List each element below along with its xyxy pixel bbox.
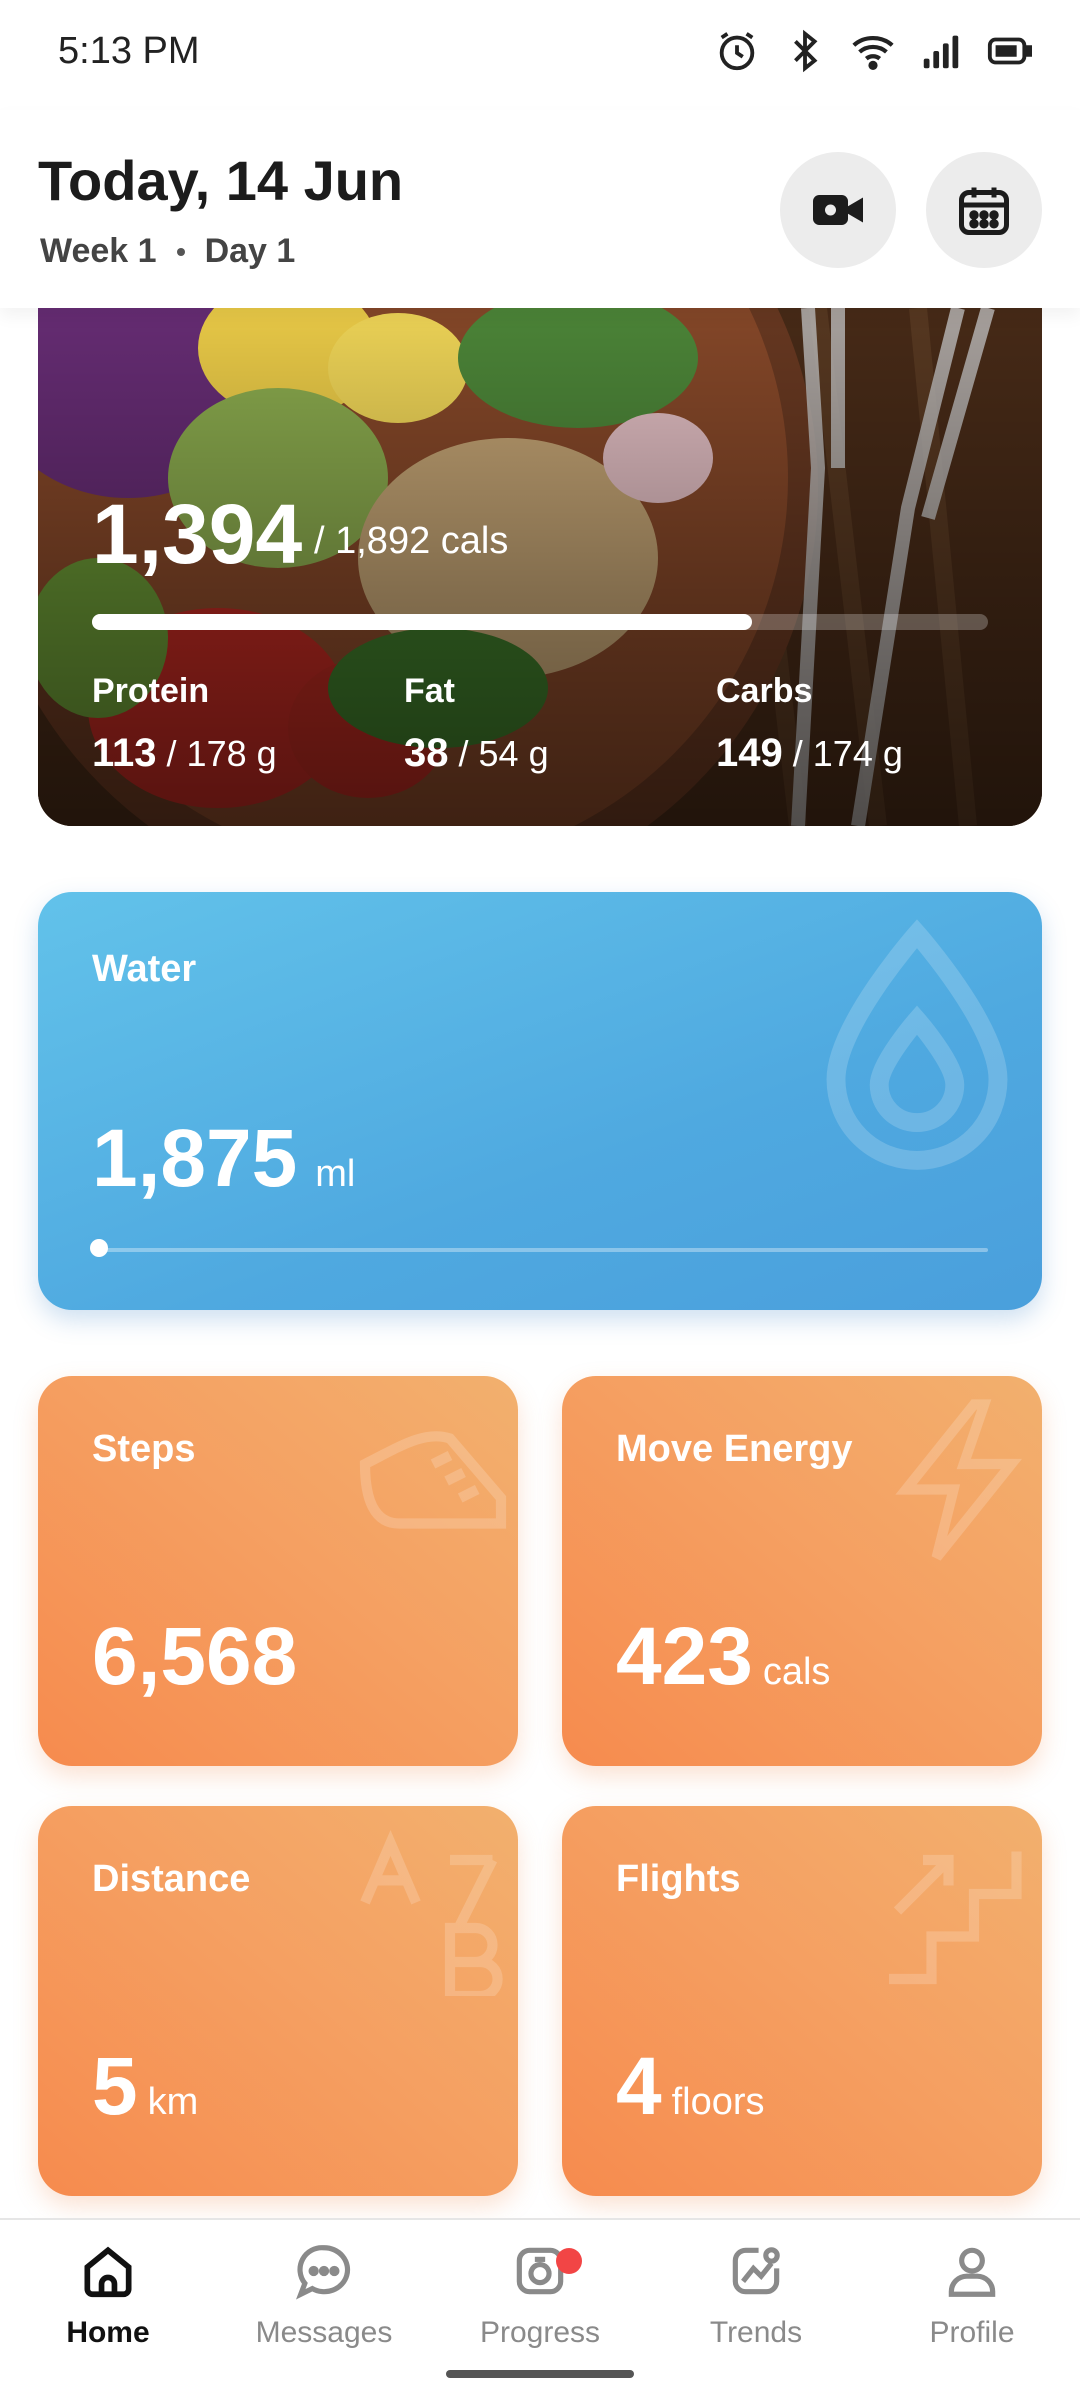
macro-value: 113 / 178 g bbox=[92, 731, 277, 776]
macro-fat: Fat 38 / 54 g bbox=[404, 672, 549, 776]
status-bar: 5:13 PM bbox=[0, 0, 1080, 110]
distance-card[interactable]: Distance 5 km bbox=[38, 1806, 518, 2196]
person-icon bbox=[948, 2247, 996, 2297]
video-camera-icon bbox=[813, 195, 863, 225]
macro-amount: 113 bbox=[92, 731, 157, 775]
macro-label: Protein bbox=[92, 672, 210, 710]
steps-label: Steps bbox=[92, 1428, 196, 1470]
a-to-b-icon bbox=[360, 1830, 503, 1996]
week-day-label: Week 1 Day 1 bbox=[40, 232, 295, 271]
calories-consumed: 1,394 bbox=[92, 487, 303, 581]
flights-label: Flights bbox=[616, 1858, 741, 1900]
calendar-button[interactable] bbox=[926, 152, 1042, 268]
nav-label: Progress bbox=[479, 2316, 601, 2349]
move-energy-label: Move Energy bbox=[616, 1428, 853, 1470]
water-label: Water bbox=[92, 948, 197, 990]
macro-carbs: Carbs 149 / 174 g bbox=[716, 672, 903, 776]
flights-amount: 4 bbox=[616, 2041, 662, 2132]
water-progress-knob bbox=[90, 1239, 108, 1257]
macro-goal: / 178 g bbox=[166, 733, 277, 774]
nav-item-progress[interactable]: Progress bbox=[432, 2240, 648, 2350]
battery-icon bbox=[987, 37, 1032, 65]
flights-value: 4 floors bbox=[616, 2040, 765, 2134]
shoe-icon bbox=[359, 1431, 507, 1529]
water-unit: ml bbox=[315, 1153, 356, 1195]
water-card[interactable]: Water 1,875 ml bbox=[38, 892, 1042, 1310]
macro-goal: / 54 g bbox=[458, 733, 549, 774]
move-energy-amount: 423 bbox=[616, 1611, 753, 1702]
video-call-button[interactable] bbox=[780, 152, 896, 268]
home-icon bbox=[84, 2246, 132, 2298]
nav-label: Trends bbox=[709, 2316, 803, 2349]
stairs-icon bbox=[889, 1851, 1022, 1985]
calories-progress-bar bbox=[92, 614, 988, 630]
water-progress-bar bbox=[92, 1248, 988, 1252]
alarm-icon bbox=[719, 32, 755, 71]
water-amount: 1,875 bbox=[92, 1113, 298, 1204]
lightning-icon bbox=[895, 1399, 1023, 1561]
home-indicator bbox=[446, 2370, 634, 2378]
move-energy-card[interactable]: Move Energy 423 cals bbox=[562, 1376, 1042, 1766]
nav-label: Home bbox=[66, 2316, 150, 2349]
signal-icon bbox=[923, 35, 959, 69]
water-drop-icon bbox=[826, 919, 1008, 1170]
week-label: Week 1 bbox=[40, 232, 157, 270]
distance-value: 5 km bbox=[92, 2040, 198, 2134]
macro-label: Carbs bbox=[716, 672, 813, 710]
macro-goal: / 174 g bbox=[792, 733, 903, 774]
distance-label: Distance bbox=[92, 1858, 251, 1900]
day-label: Day 1 bbox=[204, 232, 296, 270]
nav-label: Messages bbox=[255, 2316, 393, 2349]
distance-unit: km bbox=[147, 2081, 199, 2123]
move-energy-unit: cals bbox=[762, 1651, 831, 1693]
status-icons bbox=[714, 28, 1032, 74]
flights-card[interactable]: Flights 4 floors bbox=[562, 1806, 1042, 2196]
status-time: 5:13 PM bbox=[58, 30, 200, 72]
macro-value: 149 / 174 g bbox=[716, 731, 903, 776]
flights-unit: floors bbox=[671, 2081, 765, 2123]
steps-card[interactable]: Steps 6,568 bbox=[38, 1376, 518, 1766]
calories-goal: / 1,892 cals bbox=[314, 520, 509, 562]
wifi-icon bbox=[852, 35, 894, 70]
nav-item-messages[interactable]: Messages bbox=[216, 2240, 432, 2350]
nav-item-trends[interactable]: Trends bbox=[648, 2240, 864, 2350]
move-energy-value: 423 cals bbox=[616, 1610, 830, 1704]
macro-amount: 149 bbox=[716, 731, 783, 775]
notification-badge bbox=[556, 2248, 582, 2274]
distance-amount: 5 bbox=[92, 2041, 138, 2132]
separator-dot bbox=[176, 247, 185, 256]
page-title: Today, 14 Jun bbox=[38, 149, 404, 212]
macro-value: 38 / 54 g bbox=[404, 731, 549, 776]
header: Today, 14 Jun Week 1 Day 1 bbox=[0, 110, 1080, 308]
bluetooth-icon bbox=[794, 29, 818, 73]
macro-label: Fat bbox=[404, 672, 455, 710]
nav-item-home[interactable]: Home bbox=[0, 2240, 216, 2350]
steps-amount: 6,568 bbox=[92, 1611, 298, 1702]
steps-value: 6,568 bbox=[92, 1610, 297, 1704]
trends-icon bbox=[732, 2247, 780, 2295]
chat-icon bbox=[296, 2245, 351, 2300]
macro-protein: Protein 113 / 178 g bbox=[92, 672, 277, 776]
calendar-icon bbox=[959, 187, 1009, 235]
water-value: 1,875 ml bbox=[92, 1112, 355, 1206]
nav-label: Profile bbox=[929, 2316, 1015, 2349]
macro-amount: 38 bbox=[404, 731, 449, 775]
calories-card[interactable]: 1,394 / 1,892 cals Protein 113 / 178 g F… bbox=[38, 308, 1042, 826]
nav-item-profile[interactable]: Profile bbox=[864, 2240, 1080, 2350]
calories-progress-fill bbox=[92, 614, 753, 630]
